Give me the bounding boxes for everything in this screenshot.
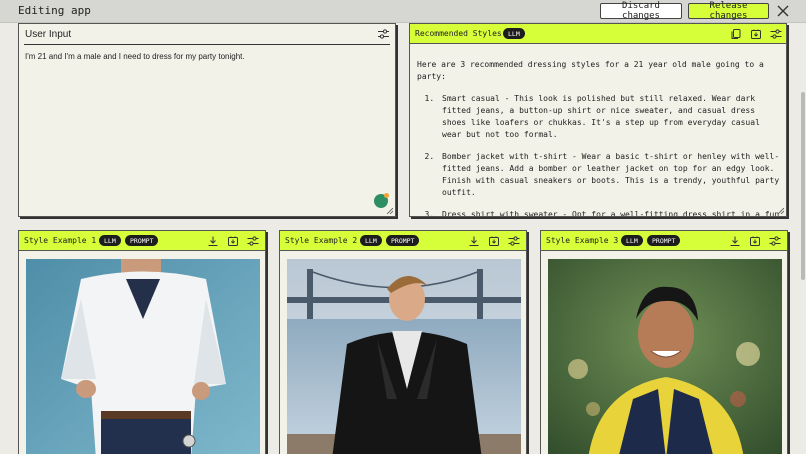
recommendation-item: Bomber jacket with t-shirt - Wear a basi… [439, 151, 782, 199]
style-example-image-2 [287, 259, 521, 454]
save-icon[interactable] [488, 235, 500, 247]
recommendation-intro: Here are 3 recommended dressing styles f… [417, 60, 764, 81]
style-example-card-1: Style Example 1 LLM PROMPT [18, 230, 266, 454]
style-example-card-3: Style Example 3 LLM PROMPT [540, 230, 788, 454]
recommended-styles-panel: Recommended Styles LLM Here are 3 recomm… [409, 23, 787, 217]
release-changes-button[interactable]: Release changes [688, 1, 769, 21]
card-header: Style Example 1 LLM PROMPT [19, 231, 265, 251]
card-title: Style Example 2 [285, 236, 358, 245]
recommendation-item: Smart casual - This look is polished but… [439, 93, 782, 141]
download-icon[interactable] [468, 235, 480, 247]
settings-sliders-icon[interactable] [769, 235, 781, 247]
discard-changes-button[interactable]: Discard changes [600, 1, 682, 21]
llm-badge: LLM [621, 235, 643, 246]
save-icon[interactable] [749, 235, 761, 247]
save-icon[interactable] [750, 28, 762, 40]
download-icon[interactable] [207, 235, 219, 247]
settings-sliders-icon[interactable] [770, 28, 782, 40]
user-input-title: User Input [25, 29, 72, 40]
resize-grip-icon[interactable] [778, 208, 784, 214]
resize-grip-icon[interactable] [387, 208, 393, 214]
settings-sliders-icon[interactable] [247, 235, 259, 247]
style-example-image-1 [26, 259, 260, 454]
card-title: Style Example 1 [24, 236, 97, 245]
recommendation-list: Smart casual - This look is polished but… [417, 93, 782, 216]
llm-badge: LLM [503, 28, 525, 39]
llm-badge: LLM [99, 235, 121, 246]
page-scrollbar-thumb[interactable] [801, 92, 805, 280]
prompt-badge: PROMPT [647, 235, 681, 246]
style-example-card-2: Style Example 2 LLM PROMPT [279, 230, 527, 454]
copy-icon[interactable] [730, 28, 742, 40]
style-example-image-3 [548, 259, 782, 454]
llm-badge: LLM [360, 235, 382, 246]
recommendation-item: Dress shirt with sweater - Opt for a wel… [439, 209, 782, 216]
recommended-styles-content: Here are 3 recommended dressing styles f… [417, 59, 782, 216]
settings-sliders-icon[interactable] [508, 235, 520, 247]
assistant-badge-icon[interactable] [374, 193, 389, 208]
save-icon[interactable] [227, 235, 239, 247]
close-icon[interactable] [776, 4, 790, 18]
settings-sliders-icon[interactable] [378, 29, 389, 39]
card-title: Style Example 3 [546, 236, 619, 245]
card-header: Style Example 2 LLM PROMPT [280, 231, 526, 251]
prompt-badge: PROMPT [125, 235, 159, 246]
recommended-styles-header: Recommended Styles LLM [410, 24, 786, 44]
prompt-badge: PROMPT [386, 235, 420, 246]
title-divider [24, 44, 390, 45]
download-icon[interactable] [729, 235, 741, 247]
app-title: Editing app [18, 4, 91, 17]
user-input-field[interactable]: I'm 21 and I'm a male and I need to dres… [25, 52, 245, 61]
recommended-styles-title: Recommended Styles [415, 29, 502, 38]
card-header: Style Example 3 LLM PROMPT [541, 231, 787, 251]
top-bar: Editing app Discard changes Release chan… [0, 0, 806, 23]
user-input-panel: User Input I'm 21 and I'm a male and I n… [18, 23, 396, 217]
